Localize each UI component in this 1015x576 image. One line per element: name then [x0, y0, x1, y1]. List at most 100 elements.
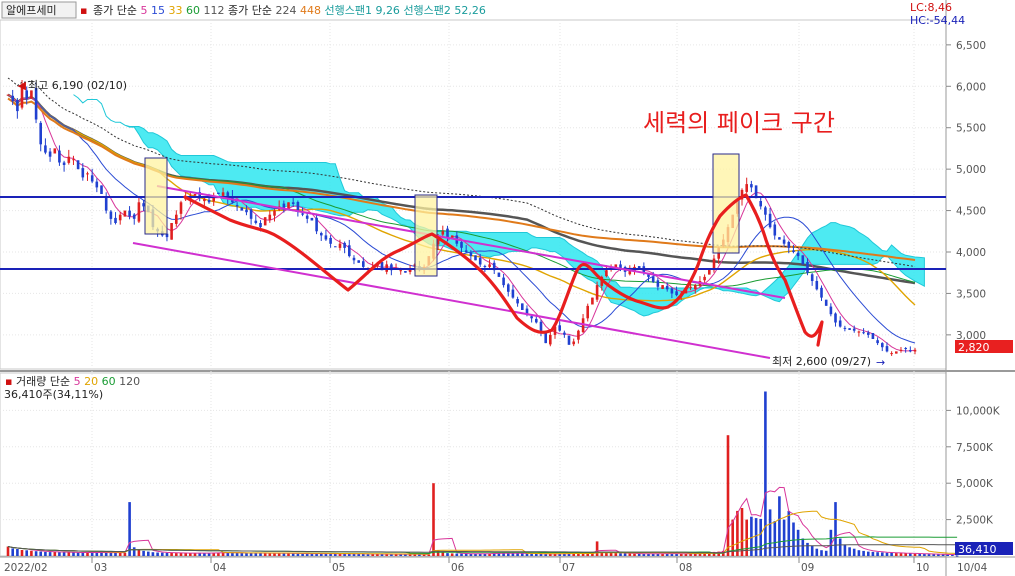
ma2-legend-period: 224 [275, 4, 300, 17]
candle-body [834, 313, 837, 323]
volume-bar [95, 552, 99, 556]
volume-bar [58, 552, 61, 556]
candle-body [282, 203, 286, 209]
volume-bar [782, 519, 786, 556]
volume-bar [338, 554, 342, 556]
volume-bar [614, 553, 618, 556]
volume-bar [890, 552, 893, 556]
candle-body [750, 184, 753, 188]
candle-body [497, 272, 501, 277]
volume-bar [6, 546, 10, 556]
time-tick-label: 10/04 [957, 562, 988, 574]
volume-bar [151, 552, 155, 556]
volume-legend-period: 120 [119, 375, 140, 388]
volume-bar [857, 550, 861, 556]
volume-bar [104, 552, 108, 556]
volume-bar [170, 552, 173, 556]
volume-bar [768, 509, 772, 556]
volume-bar [759, 518, 762, 556]
volume-bar [16, 549, 19, 556]
time-tick-label: 07 [562, 562, 575, 574]
candle-body [605, 270, 608, 277]
volume-bar [927, 554, 931, 556]
candle-body [904, 348, 907, 349]
volume-bar [469, 554, 473, 556]
volume-tick-label: 10,000K [956, 405, 1001, 417]
candle-body [483, 266, 487, 267]
candle-body [11, 95, 14, 102]
stock-chart[interactable]: 최고 6,190 (02/10) ◀ 최저 2,600 (09/27) → 세력… [0, 0, 1015, 576]
volume-ma-title: 단순 [50, 375, 74, 388]
time-tick-label: 03 [94, 562, 107, 574]
volume-bar [235, 552, 239, 556]
candle-body [334, 246, 337, 248]
ma-legend-period: 5 [140, 4, 151, 17]
candle-body [824, 299, 828, 306]
candle-body [245, 209, 248, 213]
volume-bar [11, 548, 14, 556]
ma-legend-title: 종가 단순 [93, 4, 140, 17]
candle-body [95, 181, 99, 188]
candle-body [132, 214, 136, 219]
candle-body [796, 252, 800, 257]
volume-bar [249, 553, 253, 556]
volume-bar [539, 554, 543, 556]
volume-bar [815, 548, 819, 556]
candle-body [801, 255, 805, 265]
volume-bar [642, 554, 646, 556]
volume-bar [895, 553, 898, 556]
candle-body [109, 211, 113, 219]
candle-body [362, 261, 365, 267]
ma2-legend-title: 종가 단순 [228, 4, 275, 17]
price-tick-label: 3,500 [956, 288, 986, 300]
volume-bar [39, 551, 42, 556]
volume-bar [801, 538, 805, 556]
ma2-legend-period: 448 [300, 4, 325, 17]
candle-body [221, 192, 225, 196]
candle-body [572, 341, 575, 345]
candle-body [502, 277, 505, 286]
volume-bar [619, 553, 622, 556]
stock-name: 알에프세미 [6, 3, 57, 17]
candle-body [670, 288, 674, 294]
volume-bar [680, 554, 683, 556]
candle-body [179, 202, 183, 214]
candle-body [291, 202, 295, 204]
candle-body [123, 210, 127, 217]
volume-bar [460, 553, 463, 556]
volume-bar [796, 529, 800, 556]
volume-bar [792, 522, 795, 556]
volume-bar [871, 551, 875, 556]
ma-legend-period: 33 [168, 4, 186, 17]
time-tick-label: 08 [679, 562, 692, 574]
candle-body [857, 331, 861, 333]
volume-bar [843, 544, 847, 556]
volume-bar [189, 553, 192, 556]
candle-body [259, 223, 262, 228]
volume-bar [675, 553, 678, 556]
candle-body [58, 150, 61, 163]
candle-body [240, 207, 244, 211]
candle-body [815, 281, 819, 290]
candle-body [782, 239, 786, 244]
candle-body [787, 242, 791, 248]
volume-bar [147, 551, 150, 556]
candle-body [104, 196, 108, 211]
candle-body [848, 328, 851, 330]
volume-bar [240, 553, 244, 556]
candle-body [511, 289, 515, 298]
volume-bar [633, 553, 636, 556]
candle-body [268, 214, 272, 220]
volume-legend-title: 거래량 [16, 375, 50, 388]
volume-bar [923, 554, 926, 556]
volume-bar [245, 553, 248, 556]
candle-body [348, 245, 351, 257]
volume-bar [852, 548, 856, 556]
candle-body [441, 231, 445, 235]
candle-body [338, 243, 342, 248]
volume-bar [787, 510, 791, 556]
candle-body [586, 305, 589, 319]
candle-body [862, 332, 865, 334]
highlight-box-march [144, 157, 168, 235]
candle-body [34, 88, 38, 120]
